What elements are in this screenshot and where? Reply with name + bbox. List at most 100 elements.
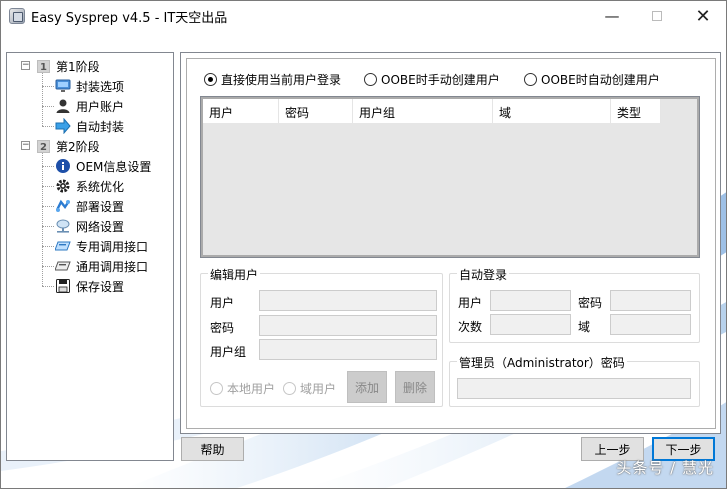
auto-login-user-label: 用户 xyxy=(458,296,483,310)
column-header-user[interactable]: 用户 xyxy=(203,99,279,123)
edit-user-name-field[interactable] xyxy=(259,290,437,311)
radio-local-user[interactable]: 本地用户 xyxy=(210,380,275,397)
radio-indicator xyxy=(524,73,537,86)
tree-item-label: OEM信息设置 xyxy=(76,159,152,174)
app-icon xyxy=(9,8,25,24)
gear-icon xyxy=(55,178,71,194)
tree-item-network-settings[interactable]: 网络设置 xyxy=(55,216,124,236)
radio-label: 本地用户 xyxy=(227,382,276,396)
radio-indicator xyxy=(283,382,296,395)
stage-number-badge: 2 xyxy=(37,139,50,153)
network-icon xyxy=(55,218,71,234)
tree-connector xyxy=(42,186,54,187)
dedicated-interface-icon xyxy=(54,238,71,254)
tree-item-deploy-settings[interactable]: 部署设置 xyxy=(55,196,124,216)
tree-connector xyxy=(42,70,43,126)
tree-item-oem-info[interactable]: OEM信息设置 xyxy=(55,156,151,176)
group-label: 用户组 xyxy=(210,345,247,359)
navigation-tree[interactable]: − 1 第1阶段 封装选项 用户账户 自动封装 − 2 第2阶段 OEM信息设置… xyxy=(6,52,174,461)
general-interface-icon xyxy=(54,258,71,274)
password-label: 密码 xyxy=(210,321,235,335)
minimize-icon: — xyxy=(604,7,620,25)
add-button[interactable]: 添加 xyxy=(347,371,387,403)
user-list-table[interactable]: 用户 密码 用户组 域 类型 xyxy=(200,96,700,258)
admin-password-group: 管理员（Administrator）密码 xyxy=(449,354,700,407)
window-title: Easy Sysprep v4.5 - IT天空出品 xyxy=(31,11,228,26)
tree-node-label: 第2阶段 xyxy=(56,139,100,154)
stage-number-badge: 1 xyxy=(37,59,50,73)
radio-current-user[interactable]: 直接使用当前用户登录 xyxy=(204,71,341,88)
auto-login-group: 自动登录 用户 密码 次数 域 xyxy=(449,266,700,343)
tree-item-package-options[interactable]: 封装选项 xyxy=(55,76,124,96)
tree-connector xyxy=(42,246,54,247)
tree-item-auto-package[interactable]: 自动封装 xyxy=(55,116,124,136)
tree-connector xyxy=(42,106,54,107)
auto-login-password-field[interactable] xyxy=(610,290,691,311)
arrow-right-icon xyxy=(55,117,71,135)
tree-item-system-optimize[interactable]: 系统优化 xyxy=(55,176,124,196)
table-body[interactable]: 用户 密码 用户组 域 类型 xyxy=(203,99,697,255)
group-title: 管理员（Administrator）密码 xyxy=(457,354,627,371)
admin-password-field[interactable] xyxy=(457,378,691,399)
user-label: 用户 xyxy=(210,296,235,310)
tree-item-label: 部署设置 xyxy=(76,199,125,214)
auto-login-domain-field[interactable] xyxy=(610,314,691,335)
collapse-toggle-stage1[interactable]: − xyxy=(21,61,30,70)
deploy-icon xyxy=(55,198,71,214)
maximize-button[interactable] xyxy=(634,1,680,31)
delete-button[interactable]: 删除 xyxy=(395,371,435,403)
tree-item-user-accounts[interactable]: 用户账户 xyxy=(55,96,124,116)
tree-connector xyxy=(42,286,54,287)
collapse-toggle-stage2[interactable]: − xyxy=(21,141,30,150)
info-icon xyxy=(55,158,71,174)
main-panel: 直接使用当前用户登录 OOBE时手动创建用户 OOBE时自动创建用户 用户 密码… xyxy=(180,52,721,434)
column-header-password[interactable]: 密码 xyxy=(279,99,353,123)
tree-connector xyxy=(42,86,54,87)
radio-indicator xyxy=(364,73,377,86)
auto-login-count-field[interactable] xyxy=(490,314,571,335)
tree-item-label: 网络设置 xyxy=(76,219,125,234)
auto-login-password-label: 密码 xyxy=(578,296,603,310)
group-title: 自动登录 xyxy=(457,266,510,283)
close-button[interactable]: ✕ xyxy=(680,1,726,31)
column-header-type[interactable]: 类型 xyxy=(611,99,661,123)
app-window: Easy Sysprep v4.5 - IT天空出品 — ✕ − 1 第1阶段 xyxy=(0,0,727,489)
group-title: 编辑用户 xyxy=(208,266,261,283)
radio-indicator xyxy=(210,382,223,395)
user-icon xyxy=(55,98,71,114)
tree-item-label: 自动封装 xyxy=(76,119,125,134)
tree-node-label: 第1阶段 xyxy=(56,59,100,74)
user-account-settings: 直接使用当前用户登录 OOBE时手动创建用户 OOBE时自动创建用户 用户 密码… xyxy=(186,58,716,429)
tree-item-label: 封装选项 xyxy=(76,79,125,94)
radio-oobe-auto[interactable]: OOBE时自动创建用户 xyxy=(524,71,660,88)
column-header-group[interactable]: 用户组 xyxy=(353,99,493,123)
tree-connector xyxy=(42,266,54,267)
maximize-icon xyxy=(652,11,662,21)
radio-oobe-manual[interactable]: OOBE时手动创建用户 xyxy=(364,71,500,88)
auto-login-count-label: 次数 xyxy=(458,320,483,334)
monitor-icon xyxy=(55,78,71,94)
tree-connector xyxy=(42,166,54,167)
edit-user-password-field[interactable] xyxy=(259,315,437,336)
radio-label: 域用户 xyxy=(300,382,337,396)
tree-item-label: 专用调用接口 xyxy=(76,239,149,254)
tree-item-dedicated-interface[interactable]: 专用调用接口 xyxy=(54,236,149,256)
edit-user-group-field[interactable] xyxy=(259,339,437,360)
tree-connector xyxy=(42,206,54,207)
help-button[interactable]: 帮助 xyxy=(181,437,244,461)
minimize-button[interactable]: — xyxy=(589,1,635,31)
tree-item-label: 保存设置 xyxy=(76,279,125,294)
tree-item-general-interface[interactable]: 通用调用接口 xyxy=(54,256,149,276)
watermark: 头条号 / 慧光 xyxy=(616,459,714,477)
tree-node-stage1[interactable]: 1 第1阶段 xyxy=(37,56,100,76)
column-header-domain[interactable]: 域 xyxy=(493,99,611,123)
tree-item-label: 系统优化 xyxy=(76,179,125,194)
table-header: 用户 密码 用户组 域 类型 xyxy=(203,99,661,123)
tree-item-label: 通用调用接口 xyxy=(76,259,149,274)
auto-login-user-field[interactable] xyxy=(490,290,571,311)
tree-item-save-settings[interactable]: 保存设置 xyxy=(55,276,124,296)
tree-node-stage2[interactable]: 2 第2阶段 xyxy=(37,136,100,156)
radio-label: OOBE时手动创建用户 xyxy=(381,73,500,87)
radio-label: 直接使用当前用户登录 xyxy=(221,73,342,87)
radio-domain-user[interactable]: 域用户 xyxy=(283,380,336,397)
